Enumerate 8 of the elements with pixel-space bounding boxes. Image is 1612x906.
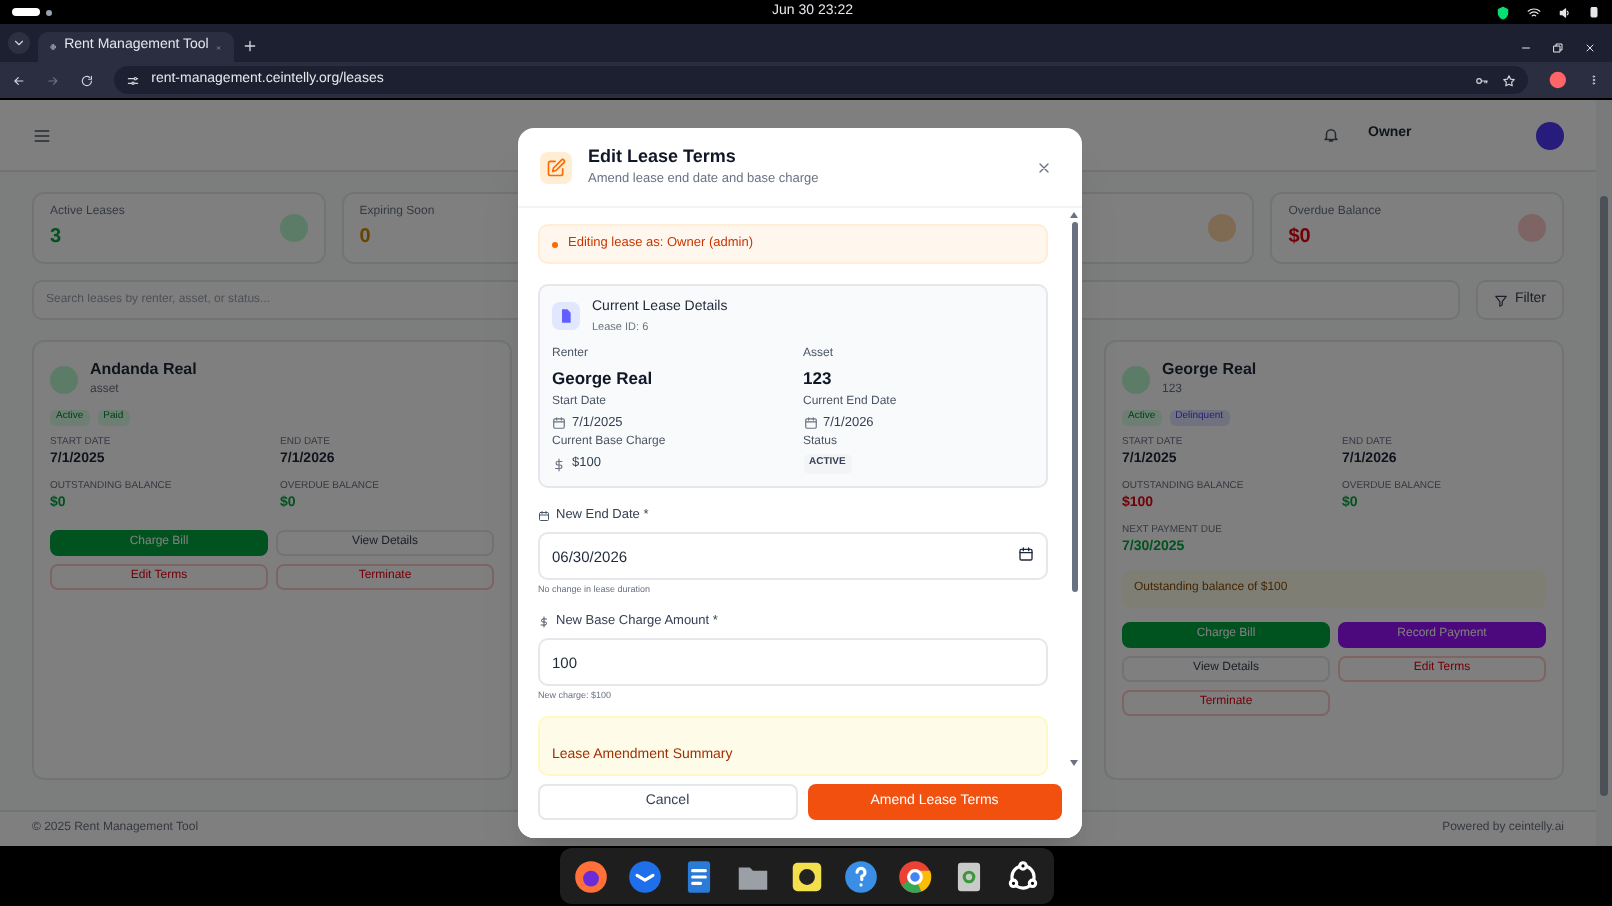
stat-value: $0 xyxy=(1288,224,1313,252)
renter-name: Andanda Real xyxy=(90,358,197,382)
stat-value: 3 xyxy=(50,224,64,252)
renter-name: George Real xyxy=(1162,358,1257,382)
field-value: George Real xyxy=(552,365,653,391)
stat-value: 0 xyxy=(359,224,373,252)
dialog-title: Edit Lease Terms xyxy=(588,143,738,170)
field-value: 123 xyxy=(803,365,832,391)
